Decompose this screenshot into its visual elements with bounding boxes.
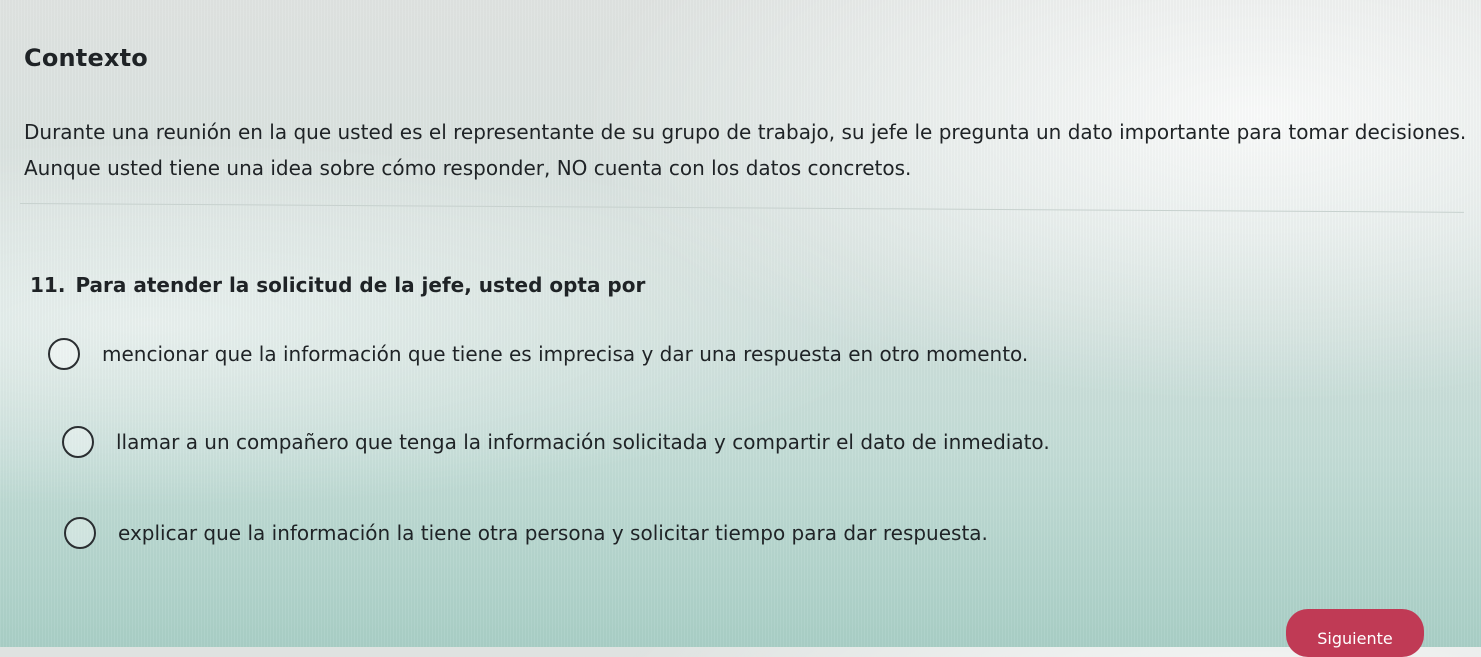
answer-option-label[interactable]: explicar que la información la tiene otr… (118, 521, 988, 545)
question-text: Para atender la solicitud de la jefe, us… (75, 273, 646, 297)
section-divider (19, 203, 1464, 213)
context-title: Contexto (24, 44, 148, 72)
radio-button-unchecked[interactable] (62, 426, 94, 458)
answer-option[interactable]: explicar que la información la tiene otr… (64, 517, 988, 549)
answer-option-label[interactable]: llamar a un compañero que tenga la infor… (116, 430, 1050, 454)
next-button[interactable]: Siguiente (1286, 609, 1424, 657)
answer-option[interactable]: llamar a un compañero que tenga la infor… (62, 426, 1050, 458)
answer-option[interactable]: mencionar que la información que tiene e… (48, 338, 1028, 370)
question-number: 11. (30, 273, 66, 297)
next-button-label: Siguiente (1317, 629, 1393, 648)
question-heading: 11. Para atender la solicitud de la jefe,… (30, 273, 645, 297)
radio-button-unchecked[interactable] (48, 338, 80, 370)
answer-options: mencionar que la información que tiene e… (0, 0, 1481, 647)
answer-option-label[interactable]: mencionar que la información que tiene e… (102, 342, 1028, 366)
radio-button-unchecked[interactable] (64, 517, 96, 549)
context-text: Durante una reunión en la que usted es e… (24, 120, 1467, 180)
